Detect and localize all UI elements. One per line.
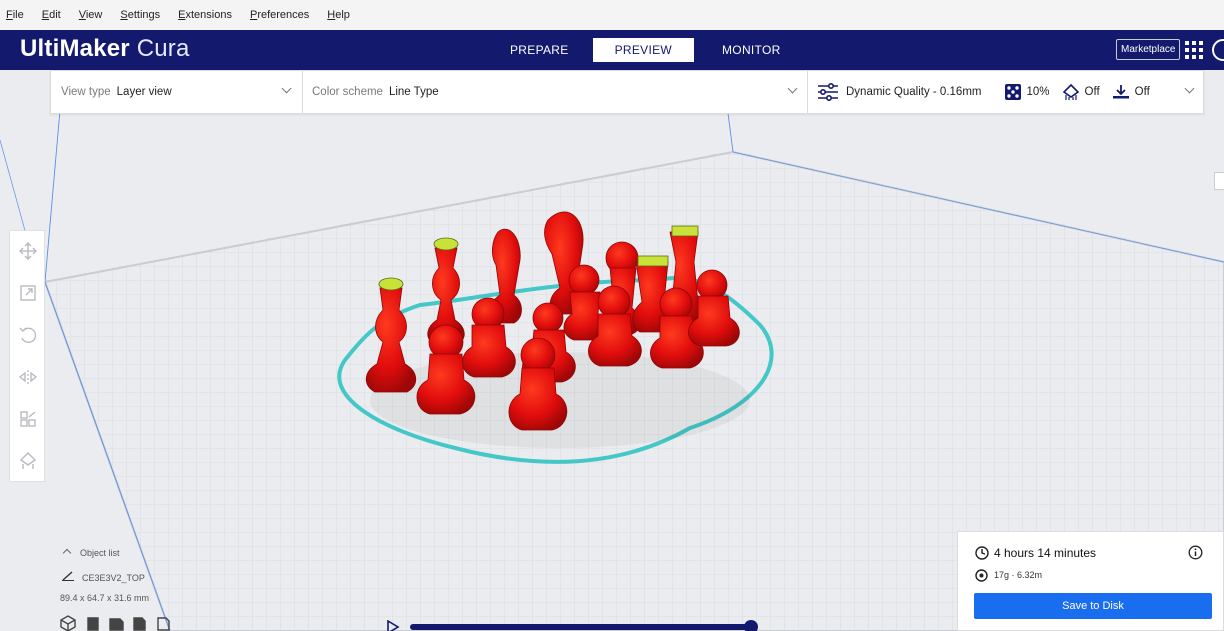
menu-edit[interactable]: Edit	[42, 9, 61, 21]
view-toolbar: View type Layer view Color scheme Line T…	[50, 70, 1204, 114]
app-header: UltiMaker Cura PREPARE PREVIEW MONITOR M…	[0, 30, 1224, 70]
menu-extensions[interactable]: Extensions	[178, 9, 232, 21]
spool-icon	[975, 569, 988, 582]
move-icon[interactable]	[18, 241, 38, 261]
scale-icon[interactable]	[18, 283, 38, 303]
menu-file[interactable]: File	[6, 9, 24, 21]
camera-view-buttons	[60, 615, 180, 631]
support-value: Off	[1084, 86, 1100, 98]
clock-icon	[975, 546, 989, 560]
view-top-icon[interactable]	[109, 618, 124, 631]
chevron-up-icon	[62, 548, 72, 558]
marketplace-button[interactable]: Marketplace	[1116, 39, 1181, 60]
material-usage: 17g · 6.32m	[994, 570, 1043, 580]
quality-profile: Dynamic Quality - 0.16mm	[846, 86, 982, 98]
view-3d-icon[interactable]	[60, 615, 76, 631]
object-name-row[interactable]: CE3E3V2_TOP	[60, 571, 145, 583]
chevron-down-icon	[281, 83, 292, 94]
menu-settings[interactable]: Settings	[120, 9, 160, 21]
color-scheme-value: Line Type	[388, 86, 439, 98]
color-scheme-dropdown[interactable]: Color scheme Line Type	[312, 71, 806, 113]
print-time: 4 hours 14 minutes	[994, 546, 1097, 560]
tab-prepare[interactable]: PREPARE	[496, 38, 583, 62]
menu-view[interactable]: View	[79, 9, 103, 21]
print-settings-selector[interactable]: Dynamic Quality - 0.16mm 10% Off Off	[817, 71, 1203, 113]
divider	[302, 71, 303, 113]
menu-bar: File Edit View Settings Extensions Prefe…	[0, 0, 1224, 30]
save-to-disk-button[interactable]: Save to Disk	[974, 593, 1212, 619]
print-info-panel: 4 hours 14 minutes 17g · 6.32m Save to D…	[957, 531, 1224, 631]
info-icon[interactable]	[1188, 545, 1203, 560]
view-type-dropdown[interactable]: View type Layer view	[61, 71, 301, 113]
account-icon[interactable]	[1212, 39, 1224, 61]
infill-value: 10%	[1026, 86, 1050, 98]
tab-monitor[interactable]: MONITOR	[708, 38, 795, 62]
menu-preferences[interactable]: Preferences	[250, 9, 309, 21]
rotate-icon[interactable]	[18, 325, 38, 345]
cura-window: File Edit View Settings Extensions Prefe…	[0, 0, 1224, 631]
tab-preview[interactable]: PREVIEW	[592, 38, 695, 62]
pencil-icon	[62, 571, 74, 581]
view-type-value: Layer view	[116, 86, 172, 98]
settings-sliders-icon	[818, 83, 838, 101]
menu-help[interactable]: Help	[327, 9, 350, 21]
object-dimensions: 89.4 x 64.7 x 31.6 mm	[60, 593, 150, 603]
divider	[807, 71, 808, 113]
adhesion-value: Off	[1134, 86, 1150, 98]
layer-slider-track[interactable]	[410, 624, 752, 630]
chevron-down-icon	[1184, 83, 1195, 94]
infill-icon	[1005, 84, 1022, 100]
object-list-header: Object list	[80, 548, 120, 558]
per-model-settings-icon[interactable]	[18, 409, 38, 429]
left-toolbar	[9, 230, 45, 482]
view-front-icon[interactable]	[87, 617, 99, 631]
apps-grid-icon[interactable]	[1185, 41, 1203, 59]
view-right-icon[interactable]	[157, 617, 170, 631]
support-icon	[1062, 83, 1079, 100]
object-name: CE3E3V2_TOP	[82, 573, 145, 583]
view-left-icon[interactable]	[133, 617, 146, 631]
chevron-down-icon	[787, 83, 798, 94]
support-blocker-icon[interactable]	[18, 451, 38, 471]
stage-tabs: PREPARE PREVIEW MONITOR	[496, 38, 795, 62]
adhesion-icon	[1112, 84, 1129, 98]
play-icon[interactable]	[386, 620, 400, 631]
view-type-label: View type	[61, 86, 111, 98]
side-panel-tab[interactable]	[1214, 172, 1224, 190]
layer-slider-handle[interactable]	[744, 620, 758, 631]
app-logo: UltiMaker Cura	[20, 35, 190, 62]
object-list-toggle[interactable]: Object list	[60, 548, 120, 558]
color-scheme-label: Color scheme	[312, 86, 383, 98]
mirror-icon[interactable]	[18, 367, 38, 387]
